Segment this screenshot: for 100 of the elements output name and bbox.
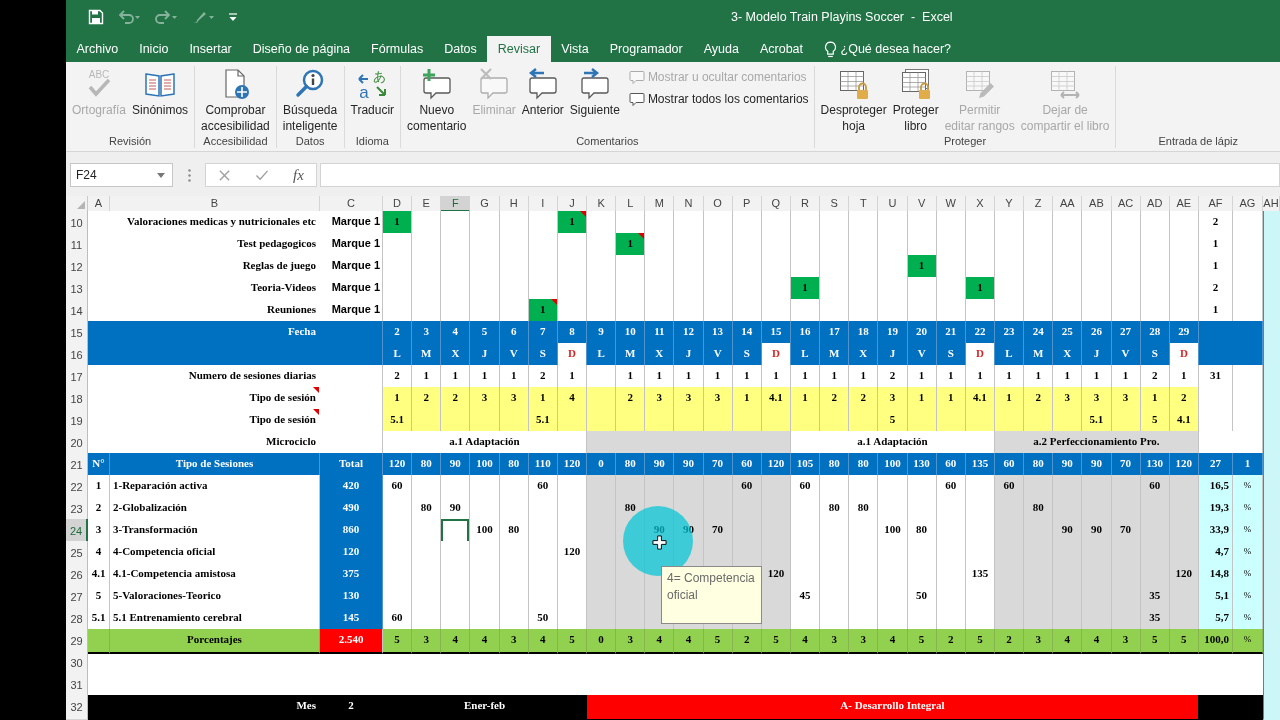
- triangle-icon: [77, 201, 85, 209]
- sheet-cell: Ener-feb: [383, 695, 587, 720]
- group-label: Datos: [295, 134, 325, 148]
- group-label: Proteger: [943, 134, 987, 148]
- column-header[interactable]: E: [412, 196, 442, 212]
- column-header[interactable]: AF: [1198, 196, 1233, 212]
- ribbon-button[interactable]: Mostrar todos los comentarios: [626, 90, 811, 108]
- ribbon-tab[interactable]: Revisar: [487, 36, 551, 62]
- column-header[interactable]: AA: [1053, 196, 1083, 212]
- column-header[interactable]: N: [674, 196, 704, 212]
- lightbulb-icon: [823, 40, 837, 58]
- sheet-cell: 2: [936, 629, 966, 654]
- sheet-cell: 0: [587, 629, 617, 654]
- column-header[interactable]: J: [557, 196, 587, 212]
- cancel-icon[interactable]: [218, 168, 231, 182]
- column-header[interactable]: AG: [1232, 196, 1263, 212]
- sheet-cell: 4: [470, 629, 500, 654]
- sheet-cell: 4: [790, 629, 821, 654]
- workbook-lock-icon: [899, 68, 932, 100]
- sheet-lock-icon: [837, 68, 870, 100]
- column-header[interactable]: AB: [1082, 196, 1112, 212]
- sheet-pencil-icon: [963, 68, 996, 100]
- column-header[interactable]: M: [645, 196, 675, 212]
- sheet-cell: 3: [849, 629, 879, 654]
- sheet-cell: [1198, 695, 1233, 720]
- column-header[interactable]: C: [320, 196, 383, 212]
- column-header[interactable]: Q: [761, 196, 791, 212]
- sheet-cell: 5: [965, 629, 995, 654]
- ribbon-button[interactable]: Proteger libro: [889, 66, 942, 134]
- ribbon-tab[interactable]: Vista: [550, 36, 600, 62]
- ribbon-tab[interactable]: Programador: [599, 36, 694, 62]
- sheet-arrows-icon: [1049, 68, 1082, 100]
- column-header[interactable]: AD: [1140, 196, 1170, 212]
- sheet-cell: 3: [412, 629, 442, 654]
- ribbon-tab[interactable]: Datos: [433, 36, 488, 62]
- sheet-cell: Porcentajes: [110, 629, 320, 654]
- sheet-cell: 4: [1082, 629, 1112, 654]
- sheet-cell: Mes: [110, 695, 320, 720]
- check-icon[interactable]: [255, 168, 270, 182]
- column-header[interactable]: W: [936, 196, 966, 212]
- column-header[interactable]: R: [790, 196, 821, 212]
- column-header[interactable]: B: [110, 196, 320, 212]
- sheet-cell: 5: [907, 629, 937, 654]
- column-header[interactable]: AE: [1169, 196, 1199, 212]
- ribbon-tab[interactable]: Insertar: [178, 36, 243, 62]
- formula-input[interactable]: [320, 163, 1280, 187]
- sheet-cell: 3: [1024, 629, 1054, 654]
- column-header[interactable]: O: [703, 196, 733, 212]
- column-header[interactable]: H: [499, 196, 529, 212]
- save-icon[interactable]: [88, 8, 104, 25]
- column-header[interactable]: Z: [1024, 196, 1054, 212]
- ribbon-tab[interactable]: Acrobat: [749, 36, 814, 62]
- sheet-cell: 5: [703, 629, 733, 654]
- cell-text: 1: [627, 237, 633, 249]
- column-header[interactable]: G: [470, 196, 500, 212]
- column-header[interactable]: T: [849, 196, 879, 212]
- ribbon-button[interactable]: Nuevo comentario: [404, 66, 470, 134]
- sheet-cell: 3: [1111, 629, 1141, 654]
- insert-function-button[interactable]: fx: [293, 166, 304, 184]
- column-header[interactable]: AC: [1111, 196, 1141, 212]
- caret-icon[interactable]: [157, 173, 165, 178]
- dropdown-caret-icon[interactable]: [228, 10, 238, 23]
- name-box[interactable]: F24: [70, 163, 173, 187]
- ribbon-button[interactable]: Anterior: [518, 66, 567, 118]
- comment-icon: [628, 69, 645, 85]
- column-header[interactable]: I: [528, 196, 558, 212]
- column-header[interactable]: Y: [994, 196, 1025, 212]
- ribbon-button[interactable]: Comprobar accesibilidad: [198, 66, 273, 134]
- column-header[interactable]: U: [878, 196, 908, 212]
- cell-text: 1: [569, 215, 575, 227]
- column-header[interactable]: A: [88, 196, 110, 212]
- column-header[interactable]: L: [616, 196, 646, 212]
- column-header[interactable]: K: [587, 196, 617, 212]
- ribbon-tab[interactable]: Diseño de página: [242, 36, 361, 62]
- sheet-cell: 3: [616, 629, 646, 654]
- sheet-cell: [88, 695, 110, 720]
- ribbon-button[interactable]: Desproteger hoja: [817, 66, 890, 134]
- ribbon-button[interactable]: Búsqueda inteligente: [279, 66, 341, 134]
- column-header[interactable]: F: [441, 196, 471, 212]
- comment-right-arrow-icon: [578, 68, 611, 100]
- column-header[interactable]: V: [907, 196, 937, 212]
- group-label: Accesibilidad: [203, 134, 268, 148]
- row-header[interactable]: 32: [66, 695, 88, 720]
- sheet-cell: A- Desarrollo Integral: [587, 695, 1199, 720]
- column-header[interactable]: S: [820, 196, 850, 212]
- comment-add-icon: [420, 68, 453, 100]
- search-field[interactable]: ¿Qué desea hacer?: [840, 42, 966, 56]
- ribbon-tab[interactable]: Archivo: [66, 36, 129, 62]
- column-header[interactable]: P: [732, 196, 762, 212]
- ribbon-tab[interactable]: Ayuda: [693, 36, 750, 62]
- sheet-cell: %: [1232, 629, 1263, 654]
- column-header[interactable]: D: [383, 196, 413, 212]
- sheet-cell: 2: [320, 695, 383, 720]
- ribbon-tab[interactable]: Fórmulas: [360, 36, 434, 62]
- column-header[interactable]: X: [965, 196, 995, 212]
- ribbon-button[interactable]: a あ Traducir: [347, 66, 398, 118]
- ribbon-tab[interactable]: Inicio: [128, 36, 179, 62]
- ribbon-button[interactable]: Siguiente: [566, 66, 623, 118]
- ribbon-button[interactable]: Sinónimos: [129, 66, 192, 118]
- sheet-cell: 2: [732, 629, 762, 654]
